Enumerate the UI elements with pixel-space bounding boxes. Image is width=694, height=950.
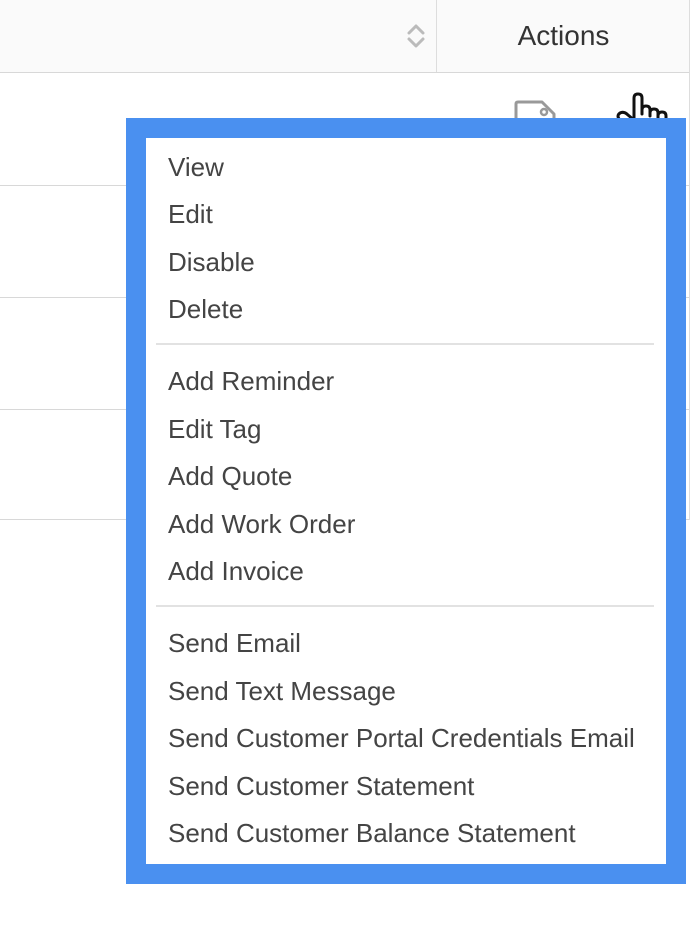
menu-divider bbox=[156, 605, 654, 607]
table-right-edge bbox=[689, 0, 690, 520]
menu-item-edit-tag[interactable]: Edit Tag bbox=[168, 413, 261, 445]
menu-item-send-customer-statement[interactable]: Send Customer Statement bbox=[168, 770, 474, 802]
table-header: Actions bbox=[0, 0, 690, 73]
menu-divider bbox=[156, 343, 654, 345]
menu-item-view[interactable]: View bbox=[168, 151, 224, 183]
menu-item-send-text-message[interactable]: Send Text Message bbox=[168, 675, 396, 707]
sort-icon[interactable] bbox=[405, 22, 427, 50]
menu-item-send-email[interactable]: Send Email bbox=[168, 627, 301, 659]
actions-dropdown-menu: View Edit Disable Delete Add Reminder Ed… bbox=[146, 138, 666, 864]
actions-column-header: Actions bbox=[517, 20, 610, 51]
menu-item-send-customer-balance-statement[interactable]: Send Customer Balance Statement bbox=[168, 817, 576, 849]
menu-item-disable[interactable]: Disable bbox=[168, 246, 255, 278]
actions-dropdown-highlight: View Edit Disable Delete Add Reminder Ed… bbox=[126, 118, 686, 884]
menu-item-add-invoice[interactable]: Add Invoice bbox=[168, 555, 304, 587]
menu-item-delete[interactable]: Delete bbox=[168, 293, 243, 325]
menu-item-send-portal-credentials-email[interactable]: Send Customer Portal Credentials Email bbox=[168, 722, 635, 754]
menu-item-add-work-order[interactable]: Add Work Order bbox=[168, 508, 355, 540]
menu-item-add-quote[interactable]: Add Quote bbox=[168, 460, 292, 492]
menu-item-edit[interactable]: Edit bbox=[168, 198, 213, 230]
menu-item-add-reminder[interactable]: Add Reminder bbox=[168, 365, 334, 397]
